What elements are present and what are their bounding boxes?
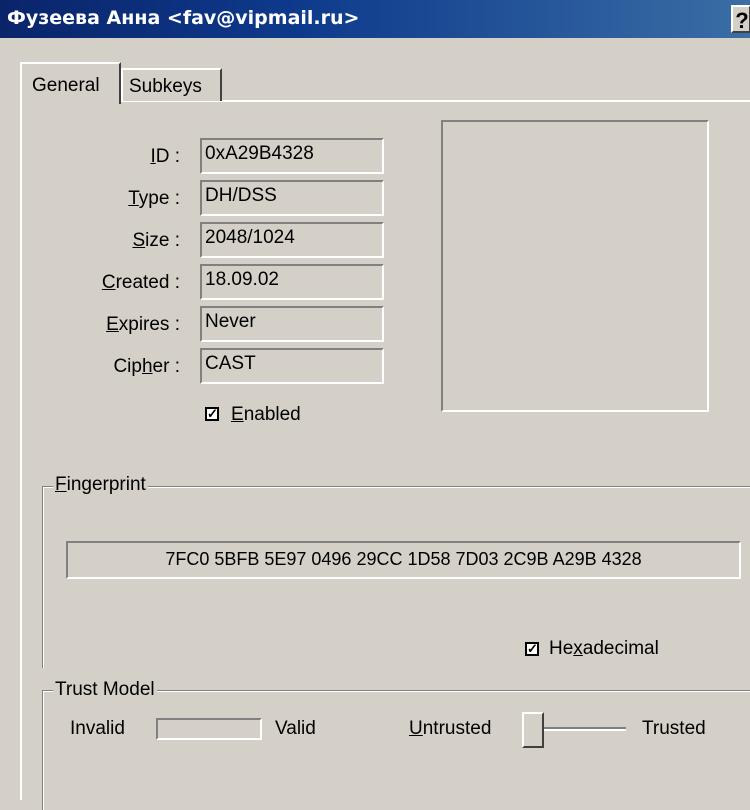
size-label: Size : — [132, 230, 180, 251]
cipher-label: Cipher : — [113, 356, 180, 377]
valid-label: Valid — [275, 718, 316, 739]
type-label: Type : — [128, 188, 180, 209]
expires-label: Expires : — [106, 314, 180, 335]
untrusted-label: Untrusted — [409, 718, 492, 739]
fingerprint-title: Fingerprint — [53, 474, 148, 496]
created-label: Created : — [101, 272, 180, 293]
fingerprint-value: 7FC0 5BFB 5E97 0496 29CC 1D58 7D03 2C9B … — [165, 549, 642, 569]
validity-bar — [156, 718, 262, 740]
trust-slider-thumb[interactable] — [522, 712, 544, 748]
cipher-field: CAST — [200, 348, 384, 384]
window-title: Фузеева Анна <fav@vipmail.ru> — [7, 7, 360, 29]
tab-subkeys-label: Subkeys — [129, 76, 202, 97]
title-bar: Фузеева Анна <fav@vipmail.ru> ? — [0, 0, 750, 38]
created-field: 18.09.02 — [200, 264, 384, 300]
expires-field: Never — [200, 306, 384, 342]
trust-model-group — [42, 690, 750, 810]
photo-box — [441, 120, 709, 412]
tab-general[interactable]: General — [20, 62, 121, 104]
hexadecimal-checkbox[interactable]: ✓ — [525, 642, 539, 656]
trusted-label: Trusted — [642, 718, 706, 739]
fingerprint-field: 7FC0 5BFB 5E97 0496 29CC 1D58 7D03 2C9B … — [66, 541, 741, 579]
tab-subkeys[interactable]: Subkeys — [121, 68, 222, 101]
hexadecimal-label: Hexadecimal — [549, 638, 659, 659]
tab-general-label: General — [32, 75, 100, 96]
size-field: 2048/1024 — [200, 222, 384, 258]
help-button[interactable]: ? — [731, 5, 750, 33]
id-label: ID : — [150, 146, 180, 167]
type-field: DH/DSS — [200, 180, 384, 216]
enabled-label: Enabled — [231, 404, 301, 425]
trust-model-title: Trust Model — [53, 679, 157, 701]
invalid-label: Invalid — [70, 718, 125, 739]
id-field: 0xA29B4328 — [200, 138, 384, 174]
enabled-checkbox[interactable]: ✓ — [205, 407, 219, 421]
trust-slider-track — [530, 727, 626, 731]
